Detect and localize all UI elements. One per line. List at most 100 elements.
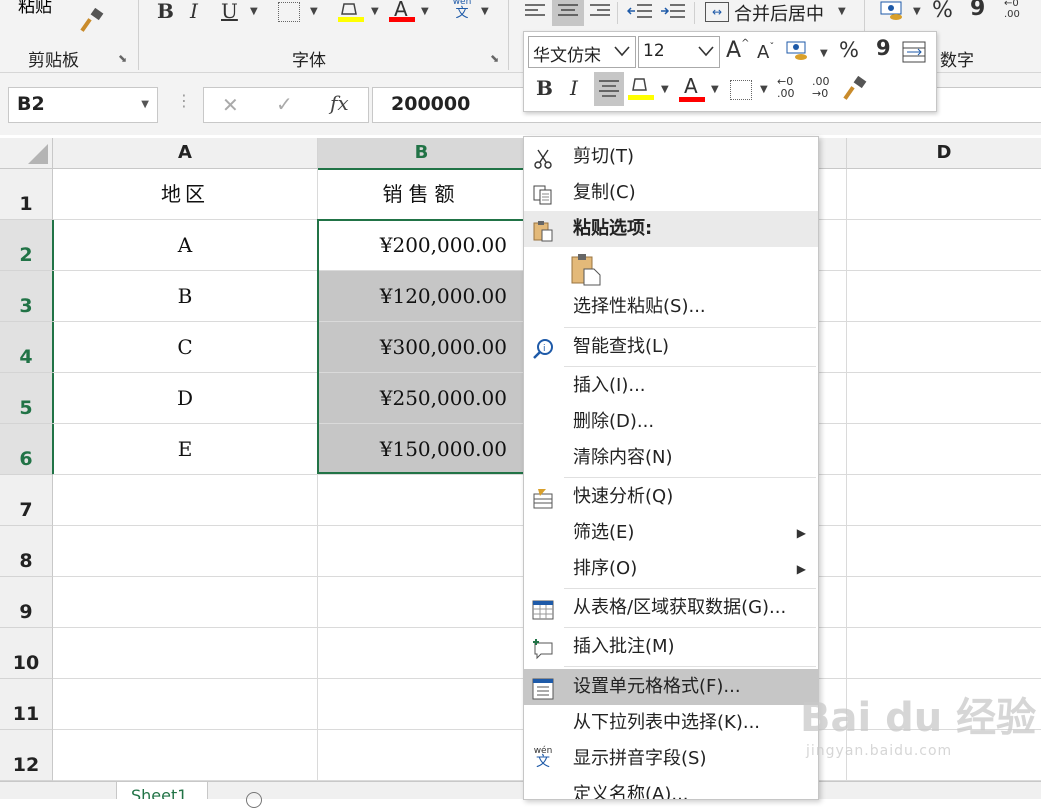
mini-fill-dropdown-icon[interactable]: ▼ <box>661 84 669 95</box>
mini-border-dropdown-icon[interactable]: ▼ <box>760 84 768 95</box>
cancel-button[interactable]: ✕ <box>222 93 239 117</box>
menu-item-quick-analysis[interactable]: 快速分析(Q) <box>524 479 818 515</box>
cell-a1[interactable]: 地区 <box>53 169 318 220</box>
fill-color-dropdown-icon[interactable]: ▼ <box>371 6 379 17</box>
dialog-launcher-icon[interactable]: ⬊ <box>118 52 127 65</box>
row-header-8[interactable]: 8 <box>0 526 53 577</box>
merge-center-icon[interactable]: ↔ <box>705 2 729 22</box>
increase-indent-icon[interactable] <box>660 2 686 22</box>
accounting-dropdown-icon[interactable]: ▼ <box>913 6 921 17</box>
row-header-10[interactable]: 10 <box>0 628 53 679</box>
align-center-icon[interactable] <box>552 0 584 26</box>
align-left-icon[interactable] <box>524 2 546 20</box>
bold-button[interactable]: B <box>157 0 174 23</box>
menu-item-get-data-from-table[interactable]: 从表格/区域获取数据(G)... <box>524 590 818 626</box>
cell-b10[interactable] <box>318 628 526 679</box>
accounting-format-icon[interactable] <box>880 0 906 22</box>
sheet-tab[interactable]: Sheet1 <box>116 782 208 799</box>
menu-item-format-cells[interactable]: 设置单元格格式(F)... <box>524 669 818 705</box>
menu-item-copy[interactable]: 复制(C) <box>524 175 818 211</box>
menu-item-show-phonetic[interactable]: wén 文 显示拼音字段(S) <box>524 741 818 777</box>
fill-color-icon[interactable] <box>338 0 364 24</box>
cell-b12[interactable] <box>318 730 526 781</box>
cell-a9[interactable] <box>53 577 318 628</box>
mini-font-color-dropdown-icon[interactable]: ▼ <box>711 84 719 95</box>
row-header-9[interactable]: 9 <box>0 577 53 628</box>
menu-item-clear-contents[interactable]: 清除内容(N) <box>524 440 818 476</box>
menu-item-define-name[interactable]: 定义名称(A)... <box>524 777 818 799</box>
cell-b4[interactable]: ¥300,000.00 <box>318 322 526 373</box>
merge-dropdown-icon[interactable]: ▼ <box>838 6 846 17</box>
row-header-3[interactable]: 3 <box>0 271 54 322</box>
font-color-icon[interactable]: A <box>389 0 415 23</box>
border-dropdown-icon[interactable]: ▼ <box>310 6 318 17</box>
select-all-corner[interactable] <box>0 138 53 169</box>
menu-item-smart-lookup[interactable]: i 智能查找(L) <box>524 329 818 365</box>
dialog-launcher-icon[interactable]: ⬊ <box>490 52 499 65</box>
increase-decimal-icon[interactable]: ←0 .00 <box>777 76 795 100</box>
font-color-dropdown-icon[interactable]: ▼ <box>421 6 429 17</box>
column-header-a[interactable]: A <box>53 138 318 169</box>
menu-item-insert[interactable]: 插入(I)... <box>524 368 818 404</box>
row-header-11[interactable]: 11 <box>0 679 53 730</box>
accounting-format-icon[interactable] <box>786 40 810 62</box>
column-header-b[interactable]: B <box>318 138 526 170</box>
increase-decimal-icon[interactable]: ←0.00 <box>1004 0 1040 20</box>
mini-bold-button[interactable]: B <box>536 76 553 100</box>
mini-font-color-icon[interactable]: A <box>679 74 705 102</box>
percent-button[interactable]: % <box>932 0 953 23</box>
mini-border-icon[interactable] <box>730 80 752 100</box>
shrink-font-button[interactable]: Aˇ <box>757 42 774 63</box>
row-header-1[interactable]: 1 <box>0 169 53 220</box>
menu-item-delete[interactable]: 删除(D)... <box>524 404 818 440</box>
comma-button[interactable]: 9 <box>970 0 985 21</box>
decrease-decimal-icon[interactable]: .00 →0 <box>812 76 830 100</box>
cell-a8[interactable] <box>53 526 318 577</box>
add-sheet-icon[interactable] <box>246 792 262 808</box>
enter-button[interactable]: ✓ <box>276 92 293 116</box>
menu-item-cut[interactable]: 剪切(T) <box>524 139 818 175</box>
paste-option-icon[interactable] <box>568 251 604 287</box>
paste-button[interactable]: 粘贴 <box>18 0 68 22</box>
format-painter-icon[interactable] <box>78 7 106 36</box>
cell-a7[interactable] <box>53 475 318 526</box>
menu-item-filter[interactable]: 筛选(E) ▶ <box>524 515 818 551</box>
cell-a3[interactable]: B <box>53 271 318 322</box>
cell-b11[interactable] <box>318 679 526 730</box>
menu-item-paste-special[interactable]: 选择性粘贴(S)... <box>524 289 818 325</box>
grow-font-button[interactable]: A^ <box>726 38 749 63</box>
name-box-dropdown-icon[interactable]: ▼ <box>141 99 149 110</box>
cell-b2[interactable]: ¥200,000.00 <box>318 220 526 271</box>
mini-font-size-select[interactable]: 12 <box>638 36 720 68</box>
menu-item-pick-from-list[interactable]: 从下拉列表中选择(K)... <box>524 705 818 741</box>
underline-button[interactable]: U <box>221 0 238 23</box>
row-header-6[interactable]: 6 <box>0 424 54 475</box>
align-right-icon[interactable] <box>589 2 611 20</box>
border-icon[interactable] <box>278 2 300 22</box>
row-header-2[interactable]: 2 <box>0 220 54 271</box>
cell-a6[interactable]: E <box>53 424 318 475</box>
cell-b8[interactable] <box>318 526 526 577</box>
underline-dropdown-icon[interactable]: ▼ <box>250 6 258 17</box>
mini-font-name-select[interactable]: 华文仿宋 <box>528 36 636 68</box>
italic-button[interactable]: I <box>190 0 198 23</box>
row-header-12[interactable]: 12 <box>0 730 53 781</box>
cell-b9[interactable] <box>318 577 526 628</box>
merge-center-label[interactable]: 合并后居中 <box>734 0 824 26</box>
cell-b1[interactable]: 销售额 <box>318 169 526 220</box>
cell-a12[interactable] <box>53 730 318 781</box>
menu-item-sort[interactable]: 排序(O) ▶ <box>524 551 818 587</box>
phonetic-icon[interactable]: wén 文 <box>450 0 474 25</box>
row-header-4[interactable]: 4 <box>0 322 54 373</box>
mini-fill-color-icon[interactable] <box>628 76 654 102</box>
row-header-7[interactable]: 7 <box>0 475 53 526</box>
column-header-d[interactable]: D <box>847 138 1041 169</box>
row-header-5[interactable]: 5 <box>0 373 54 424</box>
cell-a11[interactable] <box>53 679 318 730</box>
cell-a2[interactable]: A <box>53 220 318 271</box>
cell-a5[interactable]: D <box>53 373 318 424</box>
cell-b7[interactable] <box>318 475 526 526</box>
wrap-text-icon[interactable] <box>902 41 926 63</box>
mini-center-align-icon[interactable] <box>594 72 624 106</box>
cell-a10[interactable] <box>53 628 318 679</box>
